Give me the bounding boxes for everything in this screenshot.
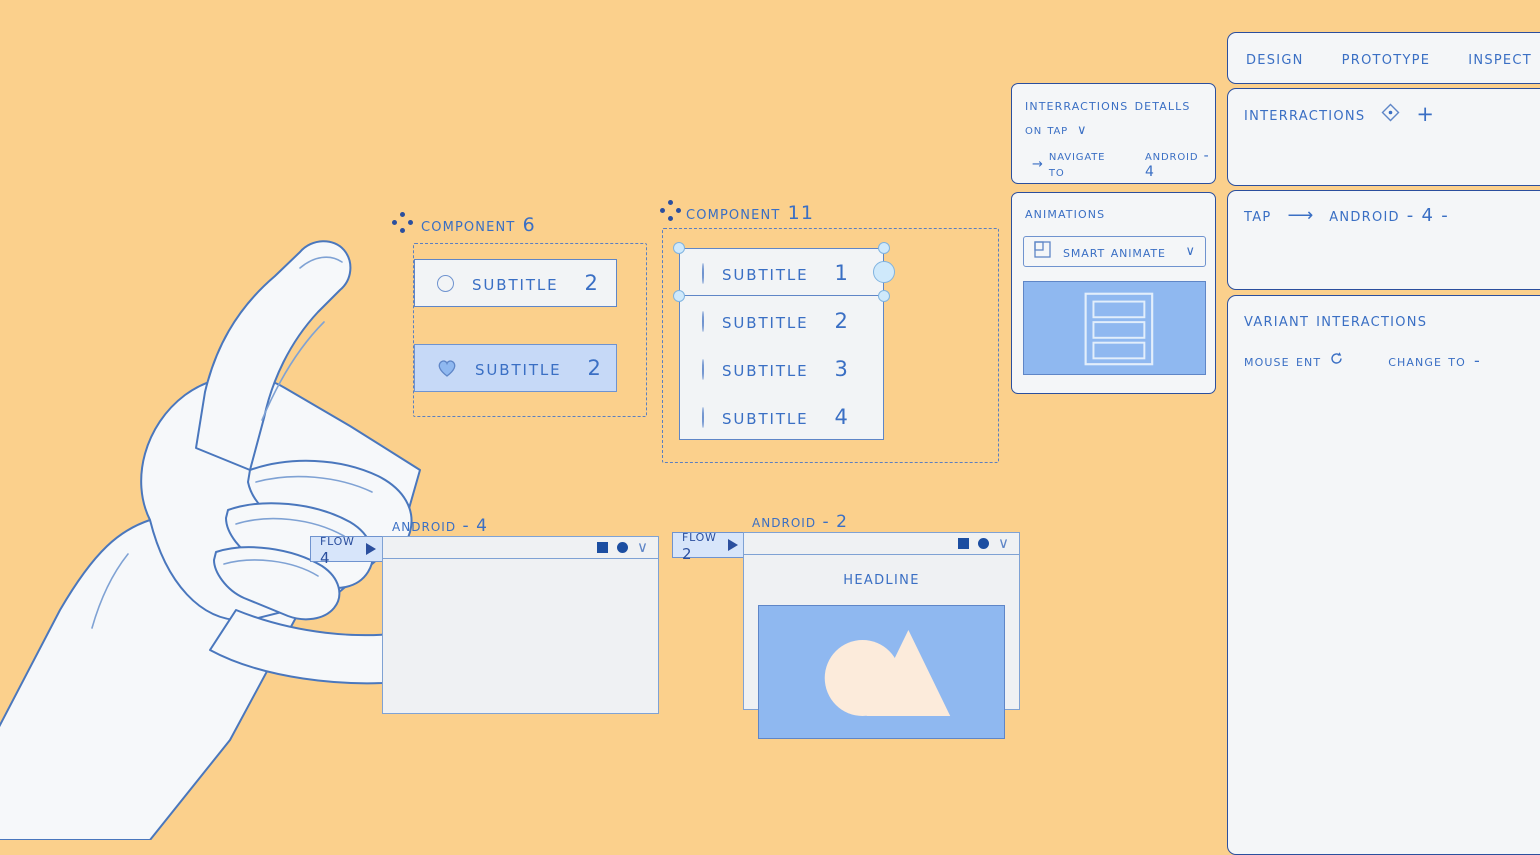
variant-interactions-card: Variant interactions mouse ent change to… xyxy=(1227,295,1540,855)
tab-inspect[interactable]: Inspect xyxy=(1468,48,1532,69)
circle-filled-icon xyxy=(978,538,990,549)
animations-popover: Animations Smart animate ∨ xyxy=(1011,192,1216,394)
square-icon xyxy=(958,538,970,549)
play-icon xyxy=(728,539,738,551)
row-number: 4 xyxy=(834,405,848,429)
popover-title: Animations xyxy=(1025,203,1106,222)
tap-destination-label: Android - 4 - xyxy=(1329,205,1449,226)
plus-icon[interactable]: + xyxy=(1416,104,1434,125)
component-6-row-2[interactable]: Subtitle 2 xyxy=(414,344,617,392)
frame-titlebar: ∨ xyxy=(744,533,1019,555)
chevron-down-icon: ∨ xyxy=(1077,122,1087,138)
row-label: Subtitle xyxy=(722,405,809,429)
chevron-down-icon[interactable]: ∨ xyxy=(637,540,648,555)
frame-headline: Headline xyxy=(843,567,920,589)
animation-preview xyxy=(1023,281,1206,375)
destination-label: Android - 4 xyxy=(1144,148,1210,180)
row-number: 2 xyxy=(587,356,601,380)
frame-titlebar: ∨ xyxy=(383,537,658,559)
circle-filled-icon xyxy=(617,542,629,553)
chevron-down-icon[interactable]: ∨ xyxy=(998,536,1009,551)
refresh-icon xyxy=(1329,351,1344,370)
tab-design[interactable]: Design xyxy=(1246,48,1304,69)
tap-trigger-label: Tap xyxy=(1244,205,1272,226)
component-11-row-3[interactable]: Subtitle 3 xyxy=(680,345,883,393)
circle-icon xyxy=(702,358,704,380)
trigger-label: on tap xyxy=(1025,122,1069,138)
frame-android-4[interactable]: ∨ xyxy=(382,536,659,714)
component-11-title[interactable]: Component 11 xyxy=(686,202,814,224)
component-6-title[interactable]: Component 6 xyxy=(421,214,536,236)
row-number: 3 xyxy=(834,357,848,381)
circle-icon xyxy=(437,274,454,292)
resize-handle-right-middle[interactable] xyxy=(873,261,895,283)
interactions-card: Interractions + xyxy=(1227,88,1540,186)
hero-image xyxy=(758,605,1005,739)
flow-tag-label: Flow 2 xyxy=(682,527,717,563)
frame-title-android-4[interactable]: Android - 4 xyxy=(392,516,488,536)
interaction-details-popover: Interractions detalls on tap ∨ → Navigat… xyxy=(1011,83,1216,184)
component-11-row-4[interactable]: Subtitle 4 xyxy=(680,393,883,441)
flow-tag-2[interactable]: Flow 2 xyxy=(672,527,748,563)
figma-prototype-canvas: Component 6 Subtitle 2 Subtitle 2 Compon… xyxy=(0,0,1540,855)
heart-icon xyxy=(437,359,457,377)
row-label: Subtitle xyxy=(722,309,809,333)
square-icon xyxy=(597,542,609,553)
smart-animate-icon xyxy=(1034,241,1051,262)
component-6-row-1[interactable]: Subtitle 2 xyxy=(414,259,617,307)
flow-tag-4[interactable]: Flow 4 xyxy=(310,531,386,567)
variant-value: - xyxy=(1473,351,1481,370)
sidebar-tabbar: Design Prototype Inspect xyxy=(1227,32,1540,84)
chevron-down-icon: ∨ xyxy=(1185,244,1195,259)
circle-icon xyxy=(702,310,704,332)
component-11-row-1-selection-outline xyxy=(679,248,884,296)
resize-handle-bottom-right[interactable] xyxy=(878,290,890,302)
row-number: 2 xyxy=(834,309,848,333)
animation-select[interactable]: Smart animate ∨ xyxy=(1023,236,1206,267)
row-number: 2 xyxy=(584,271,598,295)
tab-prototype[interactable]: Prototype xyxy=(1342,48,1431,69)
row-label: Subtitle xyxy=(475,356,562,380)
animation-value: Smart animate xyxy=(1063,242,1166,261)
play-icon xyxy=(366,543,376,555)
popover-title: Interractions detalls xyxy=(1025,95,1191,114)
action-row[interactable]: → Navigate to Android - 4 xyxy=(1032,148,1215,180)
component-11-row-2[interactable]: Subtitle 2 xyxy=(680,297,883,345)
variant-trigger-row[interactable]: mouse ent change to - xyxy=(1244,351,1481,370)
resize-handle-top-left[interactable] xyxy=(673,242,685,254)
frame-android-2[interactable]: ∨ Headline xyxy=(743,532,1020,739)
tap-interaction-card[interactable]: Tap ⟶ Android - 4 - xyxy=(1227,190,1540,290)
resize-handle-bottom-left[interactable] xyxy=(673,290,685,302)
arrow-right-icon: → xyxy=(1032,156,1043,172)
circle-icon xyxy=(702,406,704,428)
trigger-select[interactable]: on tap ∨ xyxy=(1025,122,1087,138)
frame-title-android-2[interactable]: Android - 2 xyxy=(752,512,848,532)
component-dots-icon xyxy=(660,200,682,222)
interactions-card-title: Interractions xyxy=(1244,104,1366,125)
diamond-target-icon[interactable] xyxy=(1381,103,1400,126)
flow-tag-label: Flow 4 xyxy=(320,531,355,567)
resize-handle-top-right[interactable] xyxy=(878,242,890,254)
variant-card-title: Variant interactions xyxy=(1244,310,1428,331)
variant-trigger-label: mouse ent xyxy=(1244,351,1322,370)
row-label: Subtitle xyxy=(472,271,559,295)
row-label: Subtitle xyxy=(722,357,809,381)
arrow-right-icon: ⟶ xyxy=(1287,205,1314,226)
component-dots-icon xyxy=(392,212,414,234)
variant-action-label: change to xyxy=(1388,351,1466,370)
action-label: Navigate to xyxy=(1048,148,1106,180)
